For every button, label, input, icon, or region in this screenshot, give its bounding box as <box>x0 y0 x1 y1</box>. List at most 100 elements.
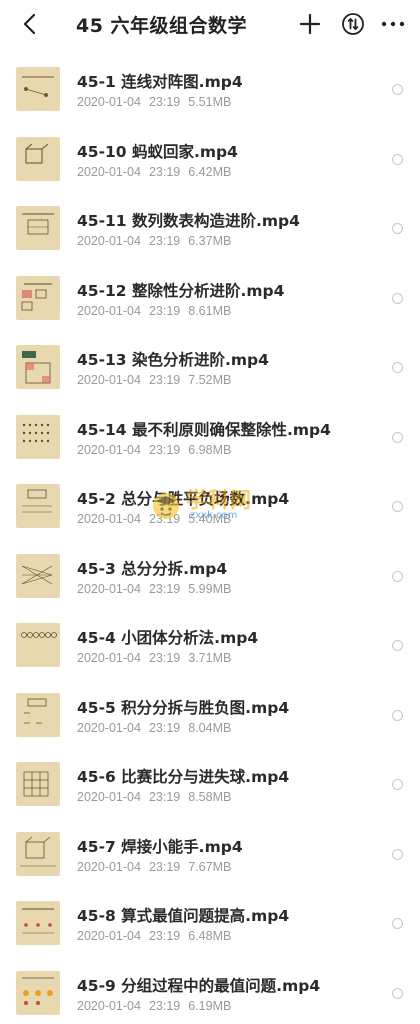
thumbnail-art <box>22 908 54 934</box>
file-name: 45-2 总分与胜平负场数.mp4 <box>77 490 290 508</box>
file-meta: 2020-01-04 23:19 6.19MB <box>77 999 239 1013</box>
list-item[interactable]: 45-10 蚂蚁回家.mp4 2020-01-04 23:19 6.42MB <box>0 126 420 196</box>
file-size: 6.48MB <box>188 929 232 943</box>
select-radio[interactable] <box>392 918 403 929</box>
list-item[interactable]: 45-4 小团体分析法.mp4 2020-01-04 23:19 3.71MB <box>0 612 420 682</box>
file-date: 2020-01-04 <box>77 998 141 1013</box>
file-date: 2020-01-04 <box>77 651 141 665</box>
select-radio[interactable] <box>392 362 403 373</box>
list-item[interactable]: 45-3 总分分拆.mp4 2020-01-04 23:19 5.99MB <box>0 543 420 613</box>
video-thumbnail <box>16 345 60 389</box>
file-time: 23:19 <box>148 373 181 387</box>
file-size: 8.04MB <box>188 720 232 735</box>
select-radio[interactable] <box>392 431 403 443</box>
thumbnail-art <box>21 632 57 638</box>
list-item[interactable]: 45-7 焊接小能手.mp4 2020-01-04 23:19 7.67MB <box>0 821 420 891</box>
file-name: 45-8 算式最值问题提高.mp4 <box>77 907 290 925</box>
select-radio[interactable] <box>392 153 403 165</box>
more-button[interactable] <box>380 11 406 37</box>
page-title: 45 六年级组合数学 <box>76 15 248 37</box>
video-thumbnail <box>16 762 60 806</box>
file-date: 2020-01-04 <box>77 373 141 387</box>
thumbnail-art <box>22 76 54 97</box>
select-radio[interactable] <box>392 848 403 860</box>
select-radio[interactable] <box>392 223 403 234</box>
select-radio[interactable] <box>392 570 403 582</box>
file-meta: 2020-01-04 23:19 5.51MB <box>77 95 239 109</box>
list-item[interactable]: 45-9 分组过程中的最值问题.mp4 2020-01-04 23:19 6.19MB <box>0 960 420 1024</box>
list-item[interactable]: 45-1 连线对阵图.mp4 2020-01-04 23:19 5.51MB <box>0 56 420 126</box>
file-name: 45-12 整除性分析进阶.mp4 <box>77 281 285 300</box>
file-date: 2020-01-04 <box>77 303 141 318</box>
file-date: 2020-01-04 <box>77 929 141 943</box>
file-time: 23:19 <box>148 651 181 665</box>
list-item[interactable]: 45-8 算式最值问题提高.mp4 2020-01-04 23:19 6.48MB <box>0 890 420 960</box>
select-radio[interactable] <box>392 292 403 304</box>
thumbnail-art <box>23 771 49 797</box>
select-radio[interactable] <box>392 640 403 651</box>
video-thumbnail <box>16 484 60 528</box>
file-size: 6.19MB <box>188 998 232 1013</box>
file-name: 45-5 积分分拆与胜负图.mp4 <box>77 698 290 717</box>
sort-icon <box>342 13 364 35</box>
file-time: 23:19 <box>148 581 181 596</box>
file-time: 23:19 <box>148 442 181 457</box>
file-meta: 2020-01-04 23:19 5.99MB <box>77 582 239 596</box>
file-date: 2020-01-04 <box>77 581 141 596</box>
file-name: 45-1 连线对阵图.mp4 <box>77 73 243 91</box>
back-button[interactable] <box>16 10 44 38</box>
video-thumbnail <box>16 901 60 945</box>
video-thumbnail <box>16 692 60 737</box>
file-date: 2020-01-04 <box>77 790 141 804</box>
video-thumbnail <box>16 970 60 1015</box>
file-time: 23:19 <box>148 512 181 526</box>
file-meta: 2020-01-04 23:19 6.42MB <box>77 165 239 179</box>
file-meta: 2020-01-04 23:19 8.04MB <box>77 721 239 735</box>
list-item[interactable]: 45-13 染色分析进阶.mp4 2020-01-04 23:19 7.52MB <box>0 334 420 404</box>
video-thumbnail <box>16 136 60 181</box>
file-time: 23:19 <box>148 164 181 179</box>
file-meta: 2020-01-04 23:19 8.58MB <box>77 790 239 804</box>
select-radio[interactable] <box>392 84 403 95</box>
add-button[interactable] <box>297 11 323 37</box>
sort-button[interactable] <box>340 11 366 37</box>
file-size: 6.98MB <box>188 442 232 457</box>
file-meta: 2020-01-04 23:19 6.37MB <box>77 234 239 248</box>
file-name: 45-6 比赛比分与进失球.mp4 <box>77 768 290 786</box>
thumbnail-art <box>20 836 56 866</box>
list-item[interactable]: 45-14 最不利原则确保整除性.mp4 2020-01-04 23:19 6.98M… <box>0 404 420 474</box>
file-name: 45-11 数列数表构造进阶.mp4 <box>77 212 300 230</box>
thumbnail-art <box>22 977 54 1005</box>
select-radio[interactable] <box>392 779 403 790</box>
file-time: 23:19 <box>148 303 181 318</box>
file-date: 2020-01-04 <box>77 720 141 735</box>
file-time: 23:19 <box>148 720 181 735</box>
file-size: 5.99MB <box>188 581 232 596</box>
select-radio[interactable] <box>392 987 403 999</box>
video-thumbnail <box>16 831 60 876</box>
select-radio[interactable] <box>392 709 403 721</box>
select-radio[interactable] <box>392 501 403 512</box>
file-meta: 2020-01-04 23:19 8.61MB <box>77 304 239 318</box>
thumbnail-art <box>22 489 52 513</box>
file-name: 45-7 焊接小能手.mp4 <box>77 837 243 856</box>
list-item[interactable]: 45-12 整除性分析进阶.mp4 2020-01-04 23:19 8.61MB <box>0 265 420 335</box>
file-size: 5.51MB <box>188 95 232 109</box>
file-name: 45-13 染色分析进阶.mp4 <box>77 351 269 369</box>
thumbnail-art <box>25 143 49 163</box>
list-item[interactable]: 45-6 比赛比分与进失球.mp4 2020-01-04 23:19 8.58MB <box>0 751 420 821</box>
file-name: 45-4 小团体分析法.mp4 <box>77 629 259 647</box>
file-date: 2020-01-04 <box>77 164 141 179</box>
list-item[interactable]: 45-11 数列数表构造进阶.mp4 2020-01-04 23:19 6.37MB <box>0 195 420 265</box>
list-item[interactable]: 45-5 积分分拆与胜负图.mp4 2020-01-04 23:19 8.04MB <box>0 682 420 752</box>
plus-icon <box>299 13 321 35</box>
thumbnail-art <box>21 283 52 310</box>
file-size: 3.71MB <box>188 651 232 665</box>
list-item[interactable]: 45-2 总分与胜平负场数.mp4 2020-01-04 23:19 5.40MB <box>0 473 420 543</box>
video-thumbnail <box>16 67 60 111</box>
file-list: 45-1 连线对阵图.mp4 2020-01-04 23:19 5.51MB 45-10… <box>0 56 420 1024</box>
header-bar: 45 六年级组合数学 <box>0 0 420 50</box>
file-date: 2020-01-04 <box>77 442 141 457</box>
file-time: 23:19 <box>148 95 181 109</box>
file-time: 23:19 <box>148 929 181 943</box>
